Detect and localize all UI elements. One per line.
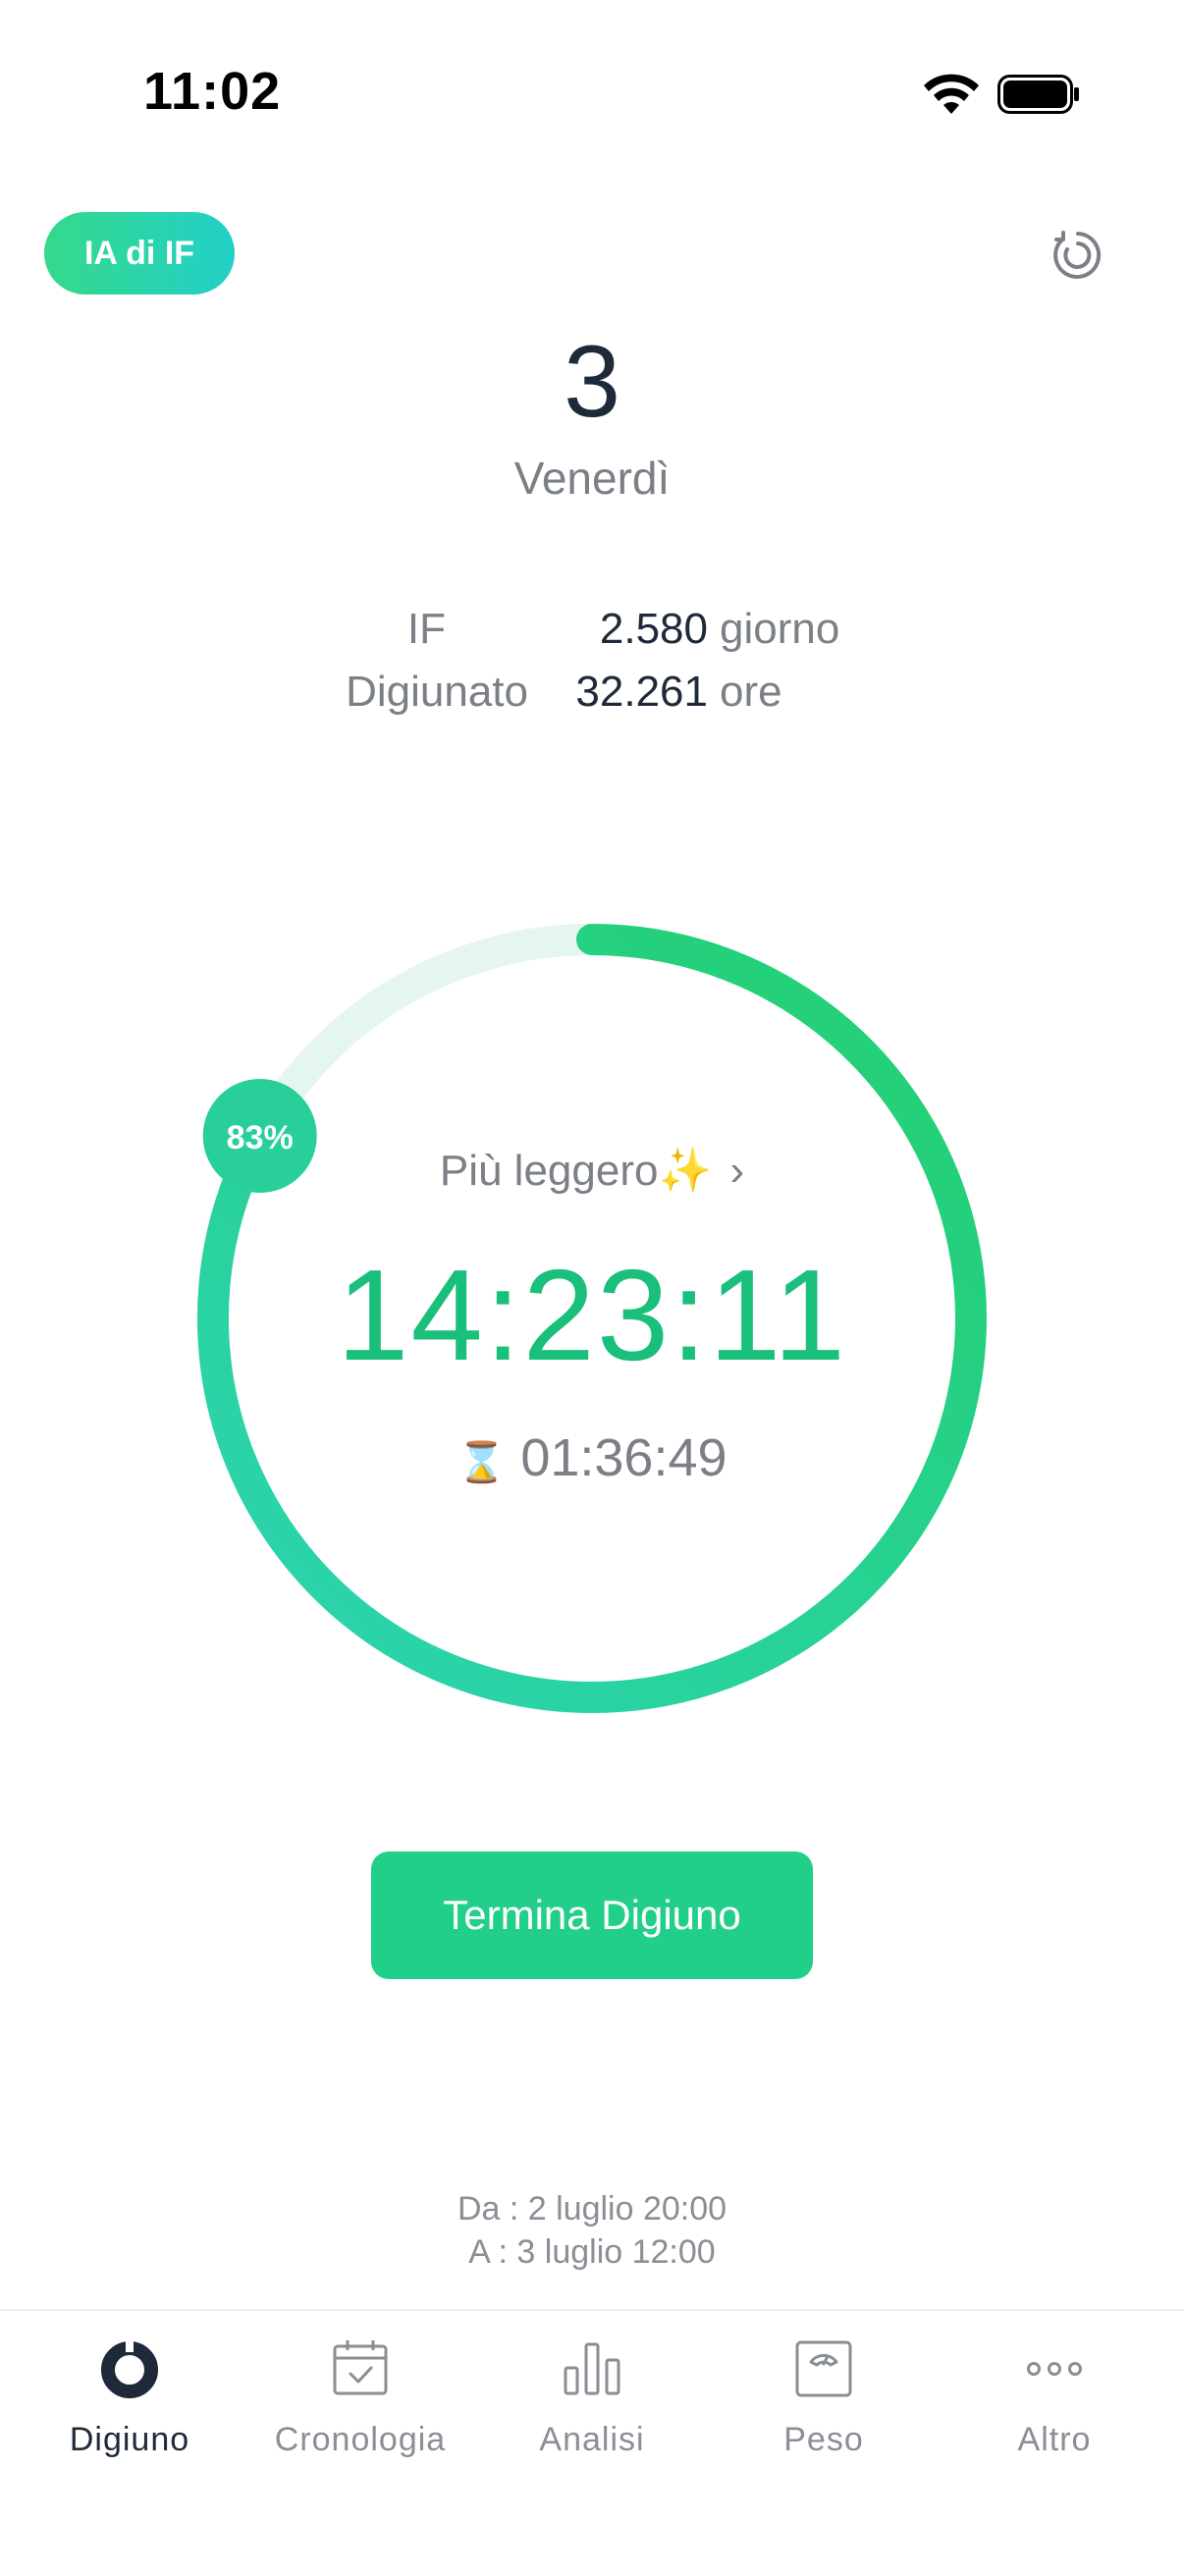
bar-chart-icon <box>564 2342 620 2395</box>
battery-icon <box>997 75 1079 114</box>
ai-assistant-button[interactable]: IA di IF <box>44 212 235 295</box>
tab-history[interactable]: Cronologia <box>242 2334 478 2472</box>
calendar-check-icon <box>333 2340 388 2395</box>
fast-end: A : 3 luglio 12:00 <box>468 2233 716 2271</box>
tab-label: Cronologia <box>274 2421 447 2458</box>
stat-row-if: IF 2.580 giorno <box>0 605 1184 664</box>
remaining-time: ⌛ 01:36:49 <box>0 1427 1184 1488</box>
tab-label: Digiuno <box>69 2421 190 2458</box>
status-time: 11:02 <box>143 62 282 121</box>
tab-label: Altro <box>1017 2421 1092 2458</box>
day-number: 3 <box>564 325 620 439</box>
stat-label: IF <box>406 605 446 653</box>
stat-value: 2.580 <box>599 605 708 653</box>
fasting-ring-icon <box>101 2340 158 2398</box>
stat-row-fasted: Digiunato 32.261 ore <box>0 668 1184 726</box>
fast-start: Da : 2 luglio 20:00 <box>457 2190 727 2227</box>
fast-time-range: Da : 2 luglio 20:00 A : 3 luglio 12:00 <box>0 2187 1184 2274</box>
stat-unit: ore <box>720 668 782 716</box>
more-dots-icon <box>1027 2362 1082 2376</box>
wifi-icon <box>924 74 979 114</box>
phase-label: Più leggero✨ <box>439 1147 713 1195</box>
stat-label: Digiunato <box>346 668 528 716</box>
tab-fasting[interactable]: Digiuno <box>12 2334 247 2472</box>
end-fast-button[interactable]: Termina Digiuno <box>371 1852 813 1979</box>
chevron-right-icon: › <box>729 1147 745 1195</box>
tab-weight[interactable]: Peso <box>706 2334 942 2472</box>
status-bar: 11:02 <box>0 0 1184 187</box>
hourglass-icon: ⌛ <box>457 1441 507 1484</box>
history-icon[interactable] <box>1049 226 1107 285</box>
tab-more[interactable]: Altro <box>937 2334 1172 2472</box>
tab-analysis[interactable]: Analisi <box>474 2334 710 2472</box>
fasting-phase-link[interactable]: Più leggero✨ › <box>0 1145 1184 1196</box>
stat-value: 32.261 <box>575 668 708 716</box>
remaining-value: 01:36:49 <box>520 1428 727 1487</box>
day-name: Venerdì <box>513 453 671 504</box>
tab-label: Analisi <box>539 2421 645 2458</box>
elapsed-timer: 14:23:11 <box>336 1243 848 1387</box>
tab-label: Peso <box>783 2421 864 2458</box>
scale-icon <box>795 2340 852 2397</box>
tab-bar: Digiuno Cronologia Analisi Peso Altro <box>0 2309 1184 2576</box>
stat-unit: giorno <box>720 605 840 653</box>
